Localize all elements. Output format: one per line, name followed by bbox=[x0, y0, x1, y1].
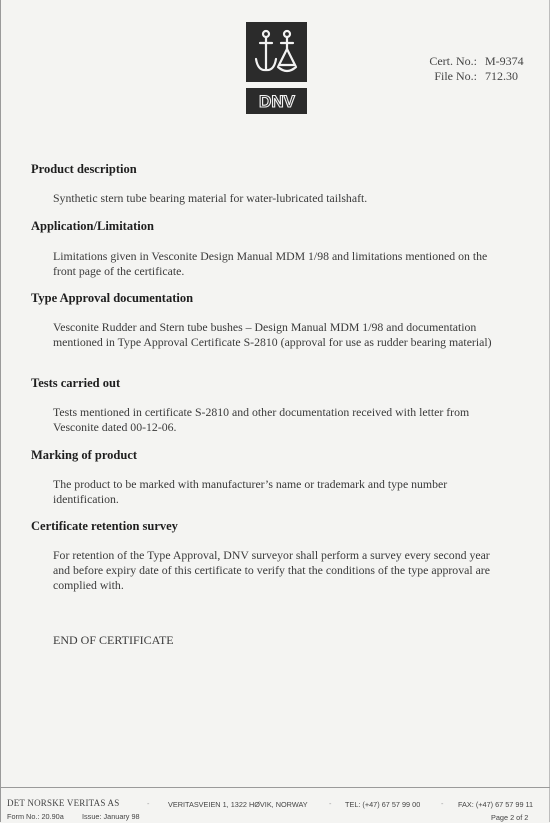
footer-separator: - bbox=[147, 799, 150, 808]
section-heading-marking-of-product: Marking of product bbox=[31, 448, 138, 462]
section-text-type-approval-documentation: Vesconite Rudder and Stern tube bushes –… bbox=[53, 320, 492, 349]
section-heading-type-approval-documentation: Type Approval documentation bbox=[31, 291, 194, 305]
footer-address: VERITASVEIEN 1, 1322 HØVIK, NORWAY bbox=[168, 800, 308, 809]
section-heading-application-limitation: Application/Limitation bbox=[31, 219, 154, 233]
section-text-product-description: Synthetic stern tube bearing material fo… bbox=[53, 191, 368, 205]
section-text-tests-carried-out: Tests mentioned in certificate S-2810 an… bbox=[53, 405, 470, 434]
section-heading-product-description: Product description bbox=[31, 162, 137, 176]
footer-separator: - bbox=[329, 799, 332, 808]
footer-form-no: Form No.: 20.90a bbox=[7, 812, 64, 821]
dnv-logo: DNV bbox=[246, 22, 307, 118]
section-text-marking-of-product: The product to be marked with manufactur… bbox=[53, 477, 448, 506]
file-no-value: 712.30 bbox=[485, 69, 518, 83]
page-footer: DET NORSKE VERITAS AS - VERITASVEIEN 1, … bbox=[1, 787, 550, 823]
footer-company: DET NORSKE VERITAS AS bbox=[7, 798, 120, 808]
dnv-wordmark-text: DNV bbox=[259, 92, 296, 111]
cert-no-row: Cert. No.: M-9374 bbox=[421, 54, 524, 69]
section-heading-tests-carried-out: Tests carried out bbox=[31, 376, 121, 390]
certificate-references: Cert. No.: M-9374 File No.: 712.30 bbox=[421, 54, 524, 84]
footer-fax: FAX: (+47) 67 57 99 11 bbox=[458, 800, 534, 809]
footer-issue: Issue: January 98 bbox=[82, 812, 140, 821]
footer-tel: TEL: (+47) 67 57 99 00 bbox=[345, 800, 421, 809]
section-text-certificate-retention-survey: For retention of the Type Approval, DNV … bbox=[53, 548, 490, 592]
cert-no-value: M-9374 bbox=[485, 54, 524, 68]
file-no-label: File No.: bbox=[434, 69, 477, 83]
dnv-wordmark: DNV bbox=[246, 88, 307, 114]
footer-page-number: Page 2 of 2 bbox=[491, 813, 529, 822]
section-text-application-limitation: Limitations given in Vesconite Design Ma… bbox=[53, 249, 488, 278]
file-no-row: File No.: 712.30 bbox=[421, 69, 524, 84]
cert-no-label: Cert. No.: bbox=[429, 54, 477, 68]
footer-separator: - bbox=[441, 799, 444, 808]
anchor-emblem-icon bbox=[246, 22, 307, 82]
end-of-certificate: END OF CERTIFICATE bbox=[53, 633, 174, 647]
section-heading-certificate-retention-survey: Certificate retention survey bbox=[31, 519, 178, 533]
certificate-page: DNV Cert. No.: M-9374 File No.: 712.30 P… bbox=[0, 0, 550, 822]
